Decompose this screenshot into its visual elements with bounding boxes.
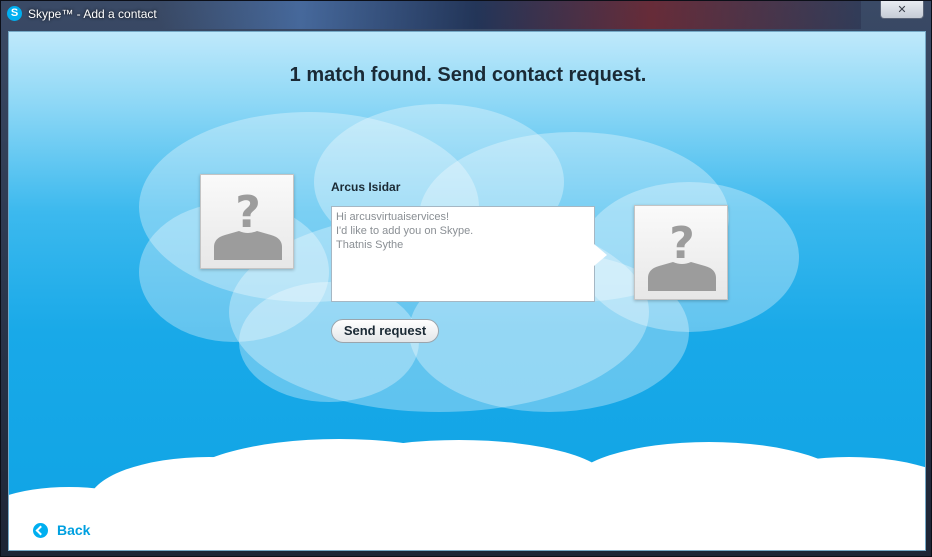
my-avatar: ? [200, 174, 294, 269]
close-icon: ✕ [897, 3, 907, 16]
title-bar: S Skype™ - Add a contact ✕ [1, 1, 932, 29]
contact-name: Arcus Isidar [331, 180, 401, 194]
avatar-placeholder-icon: ? [214, 187, 282, 260]
skype-logo-icon: S [7, 6, 22, 21]
svg-text:?: ? [669, 218, 695, 269]
contact-avatar: ? [634, 205, 728, 300]
desktop-backdrop [161, 1, 861, 29]
svg-text:?: ? [235, 187, 261, 238]
back-label: Back [57, 522, 91, 538]
back-link[interactable]: Back [33, 521, 90, 539]
avatar-placeholder-icon: ? [648, 218, 716, 291]
message-input[interactable]: Hi arcusvirtuaiservices! I'd like to add… [331, 206, 595, 302]
window-title: Skype™ - Add a contact [28, 7, 157, 21]
back-arrow-icon [33, 522, 48, 538]
message-bubble: Hi arcusvirtuaiservices! I'd like to add… [331, 206, 607, 302]
page-title: 1 match found. Send contact request. [289, 64, 647, 86]
bubble-tail [594, 244, 607, 266]
skype-window: S Skype™ - Add a contact ✕ 1 match found… [0, 0, 932, 557]
send-request-button[interactable]: Send request [331, 319, 439, 343]
add-contact-panel: 1 match found. Send contact request. ? A… [8, 31, 926, 551]
close-button[interactable]: ✕ [880, 1, 924, 19]
